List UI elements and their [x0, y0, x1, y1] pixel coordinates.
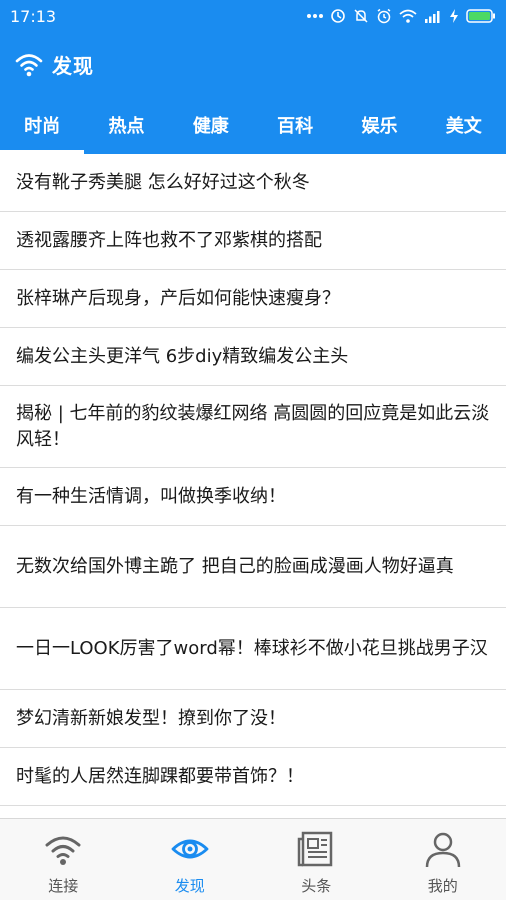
- tab-essays[interactable]: 美文: [422, 96, 506, 154]
- status-time: 17:13: [10, 6, 57, 26]
- nav-discover[interactable]: 发现: [127, 819, 254, 900]
- alarm-icon: [377, 8, 391, 24]
- tab-fashion[interactable]: 时尚: [0, 96, 85, 154]
- alarm-off-icon: [331, 9, 345, 23]
- person-icon: [425, 832, 460, 868]
- nav-label: 头条: [301, 877, 332, 895]
- dots-icon: [307, 14, 323, 18]
- battery-icon: [466, 9, 495, 23]
- list-item[interactable]: 时髦的人居然连脚踝都要带首饰？！: [0, 748, 506, 806]
- wifi-icon: [399, 9, 417, 23]
- nav-label: 发现: [174, 877, 205, 895]
- bottom-nav: 连接 发现 头条 我的: [0, 818, 506, 900]
- list-item[interactable]: 一日一LOOK厉害了word幂！棒球衫不做小花旦挑战男子汉: [0, 608, 506, 690]
- charging-icon: [450, 9, 458, 23]
- list-item[interactable]: 无数次给国外博主跪了 把自己的脸画成漫画人物好逼真: [0, 526, 506, 608]
- list-item[interactable]: 透视露腰齐上阵也救不了邓紫棋的搭配: [0, 212, 506, 270]
- list-item[interactable]: 揭秘 | 七年前的豹纹装爆红网络 高圆圆的回应竟是如此云淡风轻！: [0, 386, 506, 468]
- nav-connect[interactable]: 连接: [0, 819, 127, 900]
- status-bar: 17:13: [0, 0, 506, 32]
- tab-health[interactable]: 健康: [169, 96, 253, 154]
- newspaper-icon: [298, 831, 333, 867]
- article-list: 没有靴子秀美腿 怎么好好过这个秋冬 透视露腰齐上阵也救不了邓紫棋的搭配 张梓琳产…: [0, 154, 506, 818]
- tab-encyclopedia[interactable]: 百科: [253, 96, 337, 154]
- wifi-icon: [15, 54, 43, 77]
- nav-label: 我的: [427, 877, 458, 895]
- nav-label: 连接: [48, 877, 79, 895]
- page-title: 发现: [52, 53, 94, 78]
- mute-icon: [354, 9, 368, 23]
- list-item[interactable]: 没有靴子秀美腿 怎么好好过这个秋冬: [0, 154, 506, 212]
- app-header: 发现: [0, 32, 506, 96]
- tab-hot[interactable]: 热点: [84, 96, 168, 154]
- list-item[interactable]: 编发公主头更洋气 6步diy精致编发公主头: [0, 328, 506, 386]
- eye-icon: [171, 839, 209, 859]
- wifi-icon: [45, 836, 81, 865]
- status-icons: [307, 8, 496, 24]
- signal-icon: [425, 11, 440, 23]
- list-item[interactable]: 梦幻清新新娘发型！撩到你了没！: [0, 690, 506, 748]
- list-item[interactable]: 有一种生活情调，叫做换季收纳！: [0, 468, 506, 526]
- list-item[interactable]: 张梓琳产后现身，产后如何能快速瘦身？: [0, 270, 506, 328]
- category-tabs: 时尚 热点 健康 百科 娱乐 美文: [0, 96, 506, 154]
- tab-entertainment[interactable]: 娱乐: [337, 96, 421, 154]
- nav-headlines[interactable]: 头条: [253, 819, 380, 900]
- nav-profile[interactable]: 我的: [380, 819, 506, 900]
